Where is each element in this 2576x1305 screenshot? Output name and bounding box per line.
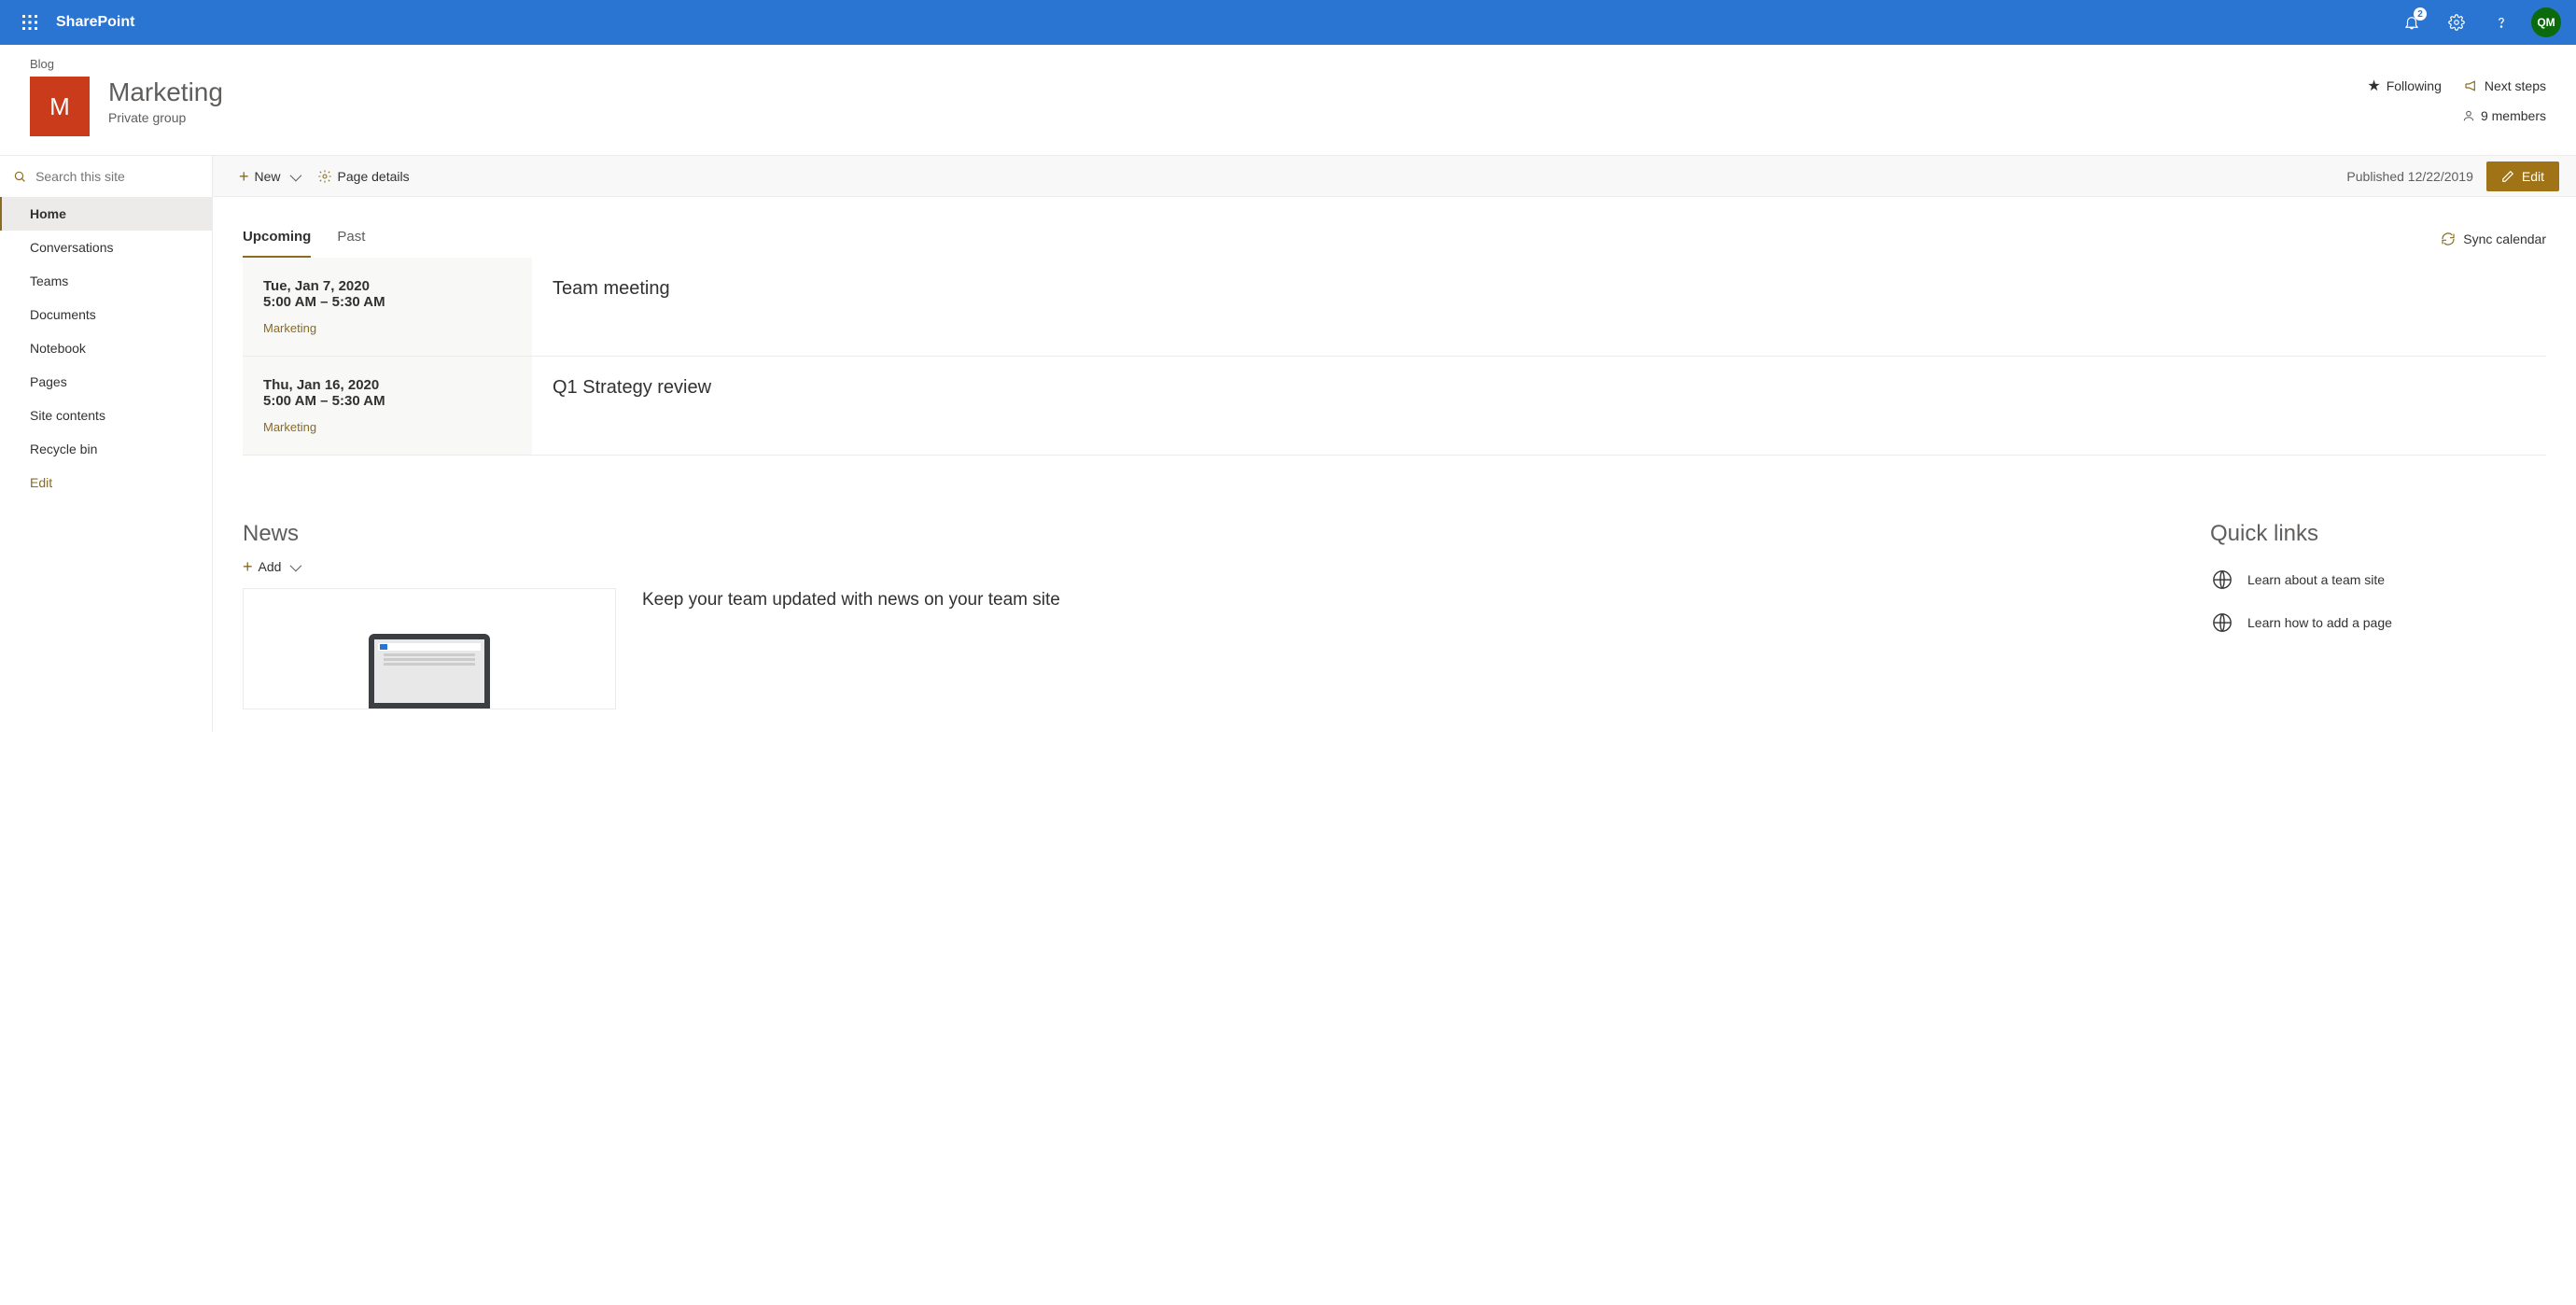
- help-icon: [2493, 14, 2510, 31]
- news-add-label: Add: [259, 559, 282, 574]
- chevron-down-icon: [287, 559, 299, 574]
- globe-icon: [2210, 610, 2234, 635]
- app-name[interactable]: SharePoint: [52, 14, 134, 31]
- pencil-icon: [2501, 170, 2514, 183]
- following-label: Following: [2387, 78, 2442, 93]
- edit-page-button[interactable]: Edit: [2486, 161, 2559, 191]
- next-steps-label: Next steps: [2485, 78, 2546, 93]
- news-add-button[interactable]: + Add: [243, 558, 2135, 575]
- tab-upcoming[interactable]: Upcoming: [243, 219, 311, 258]
- event-time: 5:00 AM – 5:30 AM: [263, 393, 511, 409]
- event-row[interactable]: Thu, Jan 16, 2020 5:00 AM – 5:30 AM Mark…: [243, 357, 2546, 456]
- event-date: Tue, Jan 7, 2020: [263, 278, 511, 294]
- event-date: Thu, Jan 16, 2020: [263, 377, 511, 393]
- members-label: 9 members: [2481, 108, 2546, 123]
- gear-icon: [2448, 14, 2465, 31]
- news-placeholder-image: [243, 588, 616, 709]
- published-status: Published 12/22/2019: [2346, 169, 2485, 184]
- quicklink-item[interactable]: Learn about a team site: [2210, 558, 2546, 601]
- next-steps-button[interactable]: Next steps: [2464, 78, 2546, 93]
- command-bar: + New Page details Published 12/22/2019 …: [213, 156, 2576, 197]
- user-avatar[interactable]: QM: [2531, 7, 2561, 37]
- nav-item-recycle-bin[interactable]: Recycle bin: [0, 432, 212, 466]
- sync-calendar-button[interactable]: Sync calendar: [2441, 232, 2546, 246]
- star-icon: ★: [2367, 77, 2380, 95]
- quicklink-label: Learn about a team site: [2247, 572, 2385, 587]
- event-category[interactable]: Marketing: [263, 420, 511, 434]
- nav-edit-link[interactable]: Edit: [0, 466, 212, 499]
- nav-item-home[interactable]: Home: [0, 197, 212, 231]
- page-details-label: Page details: [338, 169, 410, 184]
- main-content: Upcoming Past Sync calendar Tue, Jan 7, …: [213, 197, 2576, 732]
- notifications-button[interactable]: 2: [2389, 0, 2434, 45]
- news-heading: News: [243, 521, 2135, 547]
- quicklink-label: Learn how to add a page: [2247, 615, 2392, 630]
- search-input[interactable]: [35, 169, 199, 184]
- person-icon: [2462, 109, 2475, 122]
- event-category[interactable]: Marketing: [263, 321, 511, 335]
- command-area: + New Page details Published 12/22/2019 …: [0, 156, 2576, 197]
- suite-bar: SharePoint 2 QM: [0, 0, 2576, 45]
- nav-item-documents[interactable]: Documents: [0, 298, 212, 331]
- nav-item-teams[interactable]: Teams: [0, 264, 212, 298]
- site-title: Marketing: [108, 77, 2367, 108]
- edit-label: Edit: [2522, 169, 2544, 184]
- news-teaser: Keep your team updated with news on your…: [642, 588, 1060, 612]
- following-button[interactable]: ★ Following: [2367, 77, 2441, 95]
- gear-icon: [317, 169, 332, 184]
- events-tabs: Upcoming Past: [243, 219, 365, 258]
- event-title: Q1 Strategy review: [553, 377, 711, 399]
- search-box[interactable]: [0, 156, 213, 197]
- left-nav: Home Conversations Teams Documents Noteb…: [0, 197, 213, 732]
- waffle-icon: [22, 15, 37, 30]
- site-logo[interactable]: M: [30, 77, 90, 136]
- help-button[interactable]: [2479, 0, 2524, 45]
- quicklink-item[interactable]: Learn how to add a page: [2210, 601, 2546, 644]
- blog-link[interactable]: Blog: [30, 57, 54, 71]
- event-time: 5:00 AM – 5:30 AM: [263, 294, 511, 310]
- globe-icon: [2210, 568, 2234, 592]
- nav-item-notebook[interactable]: Notebook: [0, 331, 212, 365]
- notification-count: 2: [2414, 7, 2427, 21]
- app-launcher-button[interactable]: [7, 0, 52, 45]
- page-details-button[interactable]: Page details: [308, 156, 419, 196]
- plus-icon: +: [239, 168, 249, 185]
- site-header: Blog M Marketing Private group ★ Followi…: [0, 45, 2576, 156]
- nav-item-pages[interactable]: Pages: [0, 365, 212, 399]
- megaphone-icon: [2464, 79, 2479, 92]
- nav-item-site-contents[interactable]: Site contents: [0, 399, 212, 432]
- event-title: Team meeting: [553, 278, 670, 300]
- plus-icon: +: [243, 558, 253, 575]
- quicklinks-heading: Quick links: [2210, 521, 2546, 547]
- tab-past[interactable]: Past: [337, 219, 365, 258]
- sync-icon: [2441, 232, 2456, 246]
- new-label: New: [255, 169, 281, 184]
- search-icon: [13, 169, 26, 184]
- chevron-down-icon: [287, 169, 299, 184]
- members-button[interactable]: 9 members: [2462, 108, 2546, 123]
- sync-label: Sync calendar: [2463, 232, 2546, 246]
- new-button[interactable]: + New: [230, 156, 308, 196]
- nav-item-conversations[interactable]: Conversations: [0, 231, 212, 264]
- event-row[interactable]: Tue, Jan 7, 2020 5:00 AM – 5:30 AM Marke…: [243, 258, 2546, 357]
- settings-button[interactable]: [2434, 0, 2479, 45]
- site-subtitle: Private group: [108, 110, 2367, 125]
